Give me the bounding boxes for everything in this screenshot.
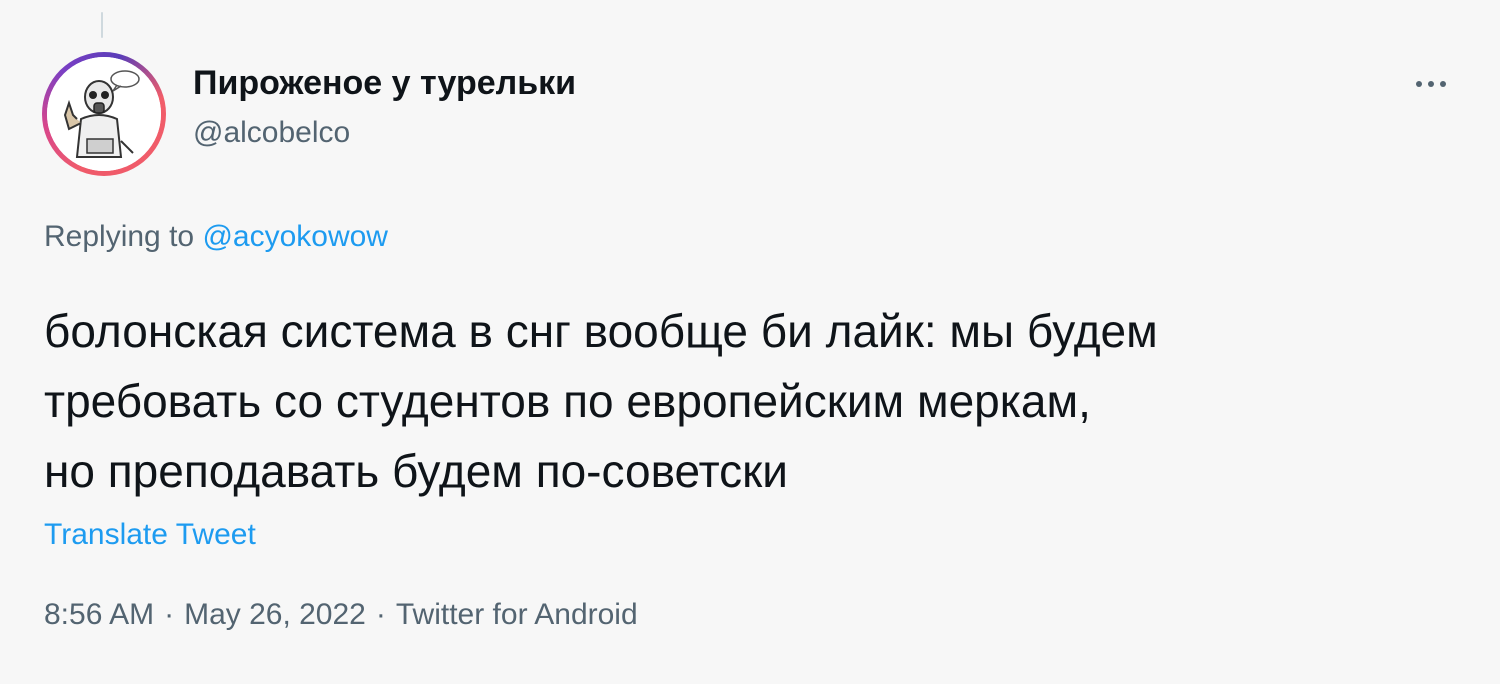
avatar[interactable]	[42, 52, 166, 176]
author-display-name[interactable]: Пироженое у турельки	[193, 64, 576, 103]
tweet-text: болонская система в снг вообще би лайк: …	[44, 296, 1474, 506]
replying-to-label: Replying to	[44, 220, 203, 253]
tweet-text-line: требовать со студентов по европейским ме…	[44, 375, 1091, 427]
more-horizontal-icon	[1416, 81, 1446, 87]
author-handle[interactable]: @alcobelco	[193, 116, 350, 150]
gas-mask-figure-icon	[47, 57, 161, 171]
tweet-text-line: но преподавать будем по-советски	[44, 445, 788, 497]
thread-connector-line	[101, 12, 103, 38]
meta-separator: ·	[375, 598, 386, 631]
avatar-image	[47, 57, 161, 171]
reply-to-handle-link[interactable]: @acyokowow	[202, 220, 388, 253]
meta-separator: ·	[164, 598, 175, 631]
tweet-source[interactable]: Twitter for Android	[396, 598, 638, 631]
translate-tweet-link[interactable]: Translate Tweet	[44, 518, 256, 552]
tweet-text-line: болонская система в снг вообще би лайк: …	[44, 305, 1158, 357]
tweet-metadata: 8:56 AM · May 26, 2022 · Twitter for Android	[44, 598, 638, 632]
tweet-time[interactable]: 8:56 AM	[44, 598, 154, 631]
replying-to-line: Replying to @acyokowow	[44, 220, 388, 254]
more-options-button[interactable]	[1406, 62, 1456, 106]
tweet-date[interactable]: May 26, 2022	[184, 598, 366, 631]
